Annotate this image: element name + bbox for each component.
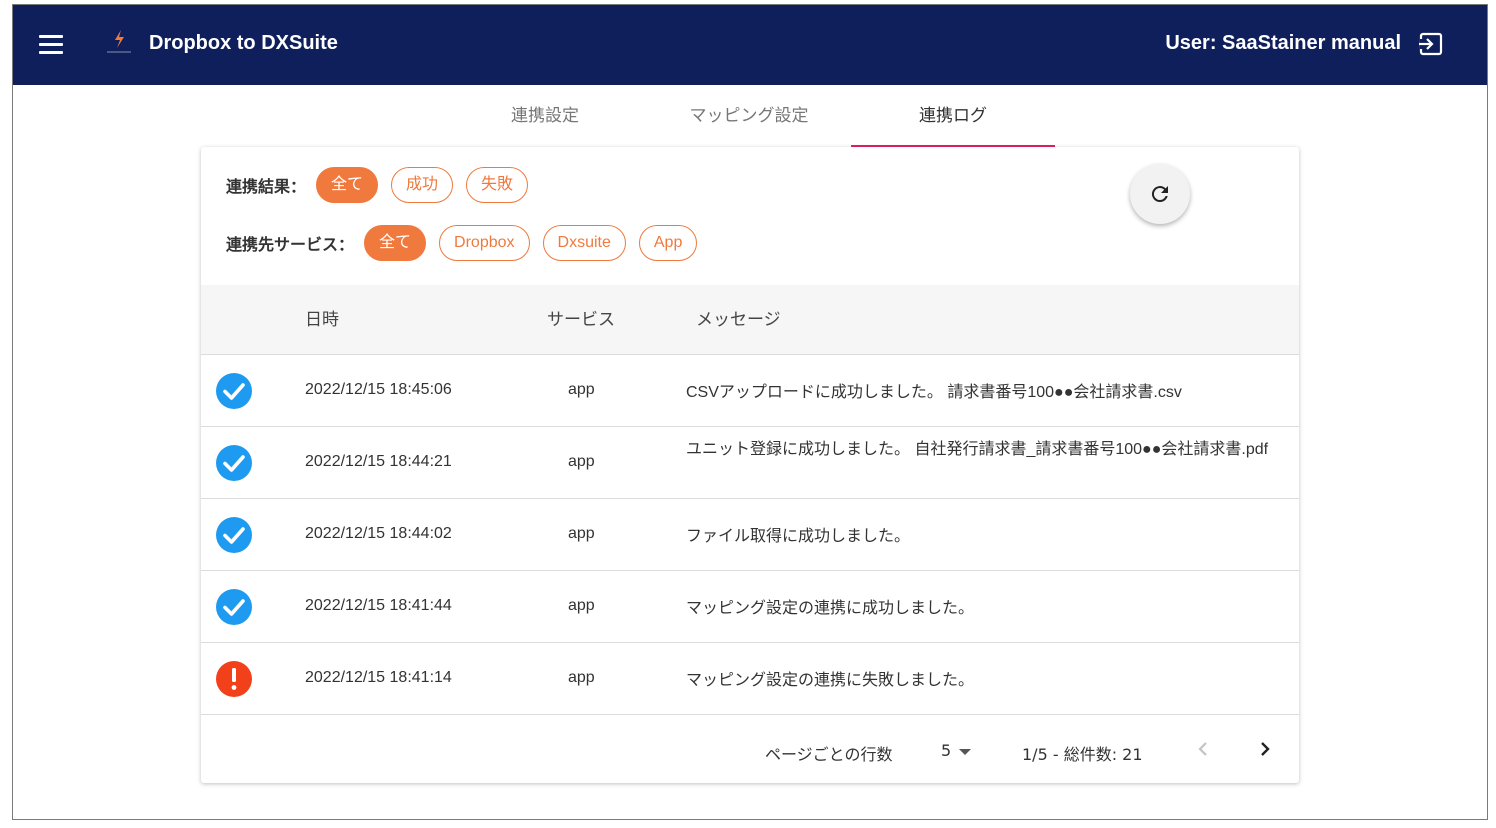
log-card: 連携結果： 全て 成功 失敗 連携先サービス： 全て Dropbox Dxsui… xyxy=(201,147,1299,783)
user-label: User: SaaStainer manual xyxy=(1165,32,1401,54)
row-datetime: 2022/12/15 18:44:02 xyxy=(305,525,452,542)
success-check-icon xyxy=(216,589,252,625)
row-service: app xyxy=(568,453,595,470)
column-header-service[interactable]: サービス xyxy=(547,285,615,355)
table-header: 日時 サービス メッセージ xyxy=(201,285,1299,355)
app-window: Dropbox to DXSuite User: SaaStainer manu… xyxy=(12,4,1488,820)
caret-down-icon xyxy=(959,748,972,755)
page-range: 1/5 - 総件数: 21 xyxy=(1022,745,1143,764)
lightning-logo-icon xyxy=(107,30,131,53)
row-service: app xyxy=(568,525,595,542)
result-chip-success[interactable]: 成功 xyxy=(391,167,454,203)
column-header-datetime[interactable]: 日時 xyxy=(305,285,339,355)
result-filter-label: 連携結果： xyxy=(226,177,307,196)
chevron-left-icon[interactable] xyxy=(1191,737,1215,761)
success-check-icon xyxy=(216,517,252,553)
hamburger-menu-icon[interactable] xyxy=(39,35,63,55)
rows-per-page-label: ページごとの行数 xyxy=(765,745,893,764)
result-chip-failure[interactable]: 失敗 xyxy=(466,167,529,203)
pagination: ページごとの行数 5 1/5 - 総件数: 21 xyxy=(201,719,1299,783)
tab-bar: 連携設定 マッピング設定 連携ログ xyxy=(443,85,1055,147)
logout-icon[interactable] xyxy=(1418,31,1444,57)
service-chip-dxsuite[interactable]: Dxsuite xyxy=(542,225,626,261)
service-chip-app[interactable]: App xyxy=(638,225,698,261)
service-chip-dropbox[interactable]: Dropbox xyxy=(439,225,530,261)
result-chip-all[interactable]: 全て xyxy=(316,167,379,203)
row-message: マッピング設定の連携に成功しました。 xyxy=(686,600,975,617)
refresh-icon xyxy=(1151,186,1168,203)
row-service: app xyxy=(568,669,595,686)
result-filter: 連携結果： 全て 成功 失敗 xyxy=(226,167,541,203)
row-message: CSVアップロードに成功しました。 請求書番号100●●会社請求書.csv xyxy=(686,384,1182,401)
tab-integration-settings[interactable]: 連携設定 xyxy=(443,85,647,147)
rows-per-page-value: 5 xyxy=(941,741,952,760)
app-title: Dropbox to DXSuite xyxy=(149,32,338,54)
chevron-right-icon[interactable] xyxy=(1253,737,1277,761)
row-service: app xyxy=(568,381,595,398)
row-message: ファイル取得に成功しました。 xyxy=(686,528,911,545)
row-datetime: 2022/12/15 18:41:44 xyxy=(305,597,452,614)
row-datetime: 2022/12/15 18:45:06 xyxy=(305,381,452,398)
row-message: マッピング設定の連携に失敗しました。 xyxy=(686,672,975,689)
tab-integration-log[interactable]: 連携ログ xyxy=(851,85,1055,147)
row-service: app xyxy=(568,597,595,614)
success-check-icon xyxy=(216,373,252,409)
refresh-button[interactable] xyxy=(1130,164,1190,224)
success-check-icon xyxy=(216,445,252,481)
column-header-message[interactable]: メッセージ xyxy=(696,285,781,355)
tab-mapping-settings[interactable]: マッピング設定 xyxy=(647,85,851,147)
table-row: 2022/12/15 18:44:21 app ユニット登録に成功しました。 自… xyxy=(201,427,1299,499)
row-message: ユニット登録に成功しました。 自社発行請求書_請求書番号100●●会社請求書.p… xyxy=(686,441,1269,458)
table-row: 2022/12/15 18:41:44 app マッピング設定の連携に成功しまし… xyxy=(201,571,1299,643)
table-row: 2022/12/15 18:45:06 app CSVアップロードに成功しました… xyxy=(201,355,1299,427)
service-filter-label: 連携先サービス： xyxy=(226,235,355,254)
row-datetime: 2022/12/15 18:41:14 xyxy=(305,669,452,686)
app-bar: Dropbox to DXSuite User: SaaStainer manu… xyxy=(13,5,1487,85)
service-filter: 連携先サービス： 全て Dropbox Dxsuite App xyxy=(226,225,710,261)
error-exclamation-icon xyxy=(216,661,252,697)
service-chip-all[interactable]: 全て xyxy=(364,225,427,261)
row-datetime: 2022/12/15 18:44:21 xyxy=(305,453,452,470)
table-row: 2022/12/15 18:44:02 app ファイル取得に成功しました。 xyxy=(201,499,1299,571)
rows-per-page-select[interactable]: 5 xyxy=(941,741,972,760)
table-row: 2022/12/15 18:41:14 app マッピング設定の連携に失敗しまし… xyxy=(201,643,1299,715)
